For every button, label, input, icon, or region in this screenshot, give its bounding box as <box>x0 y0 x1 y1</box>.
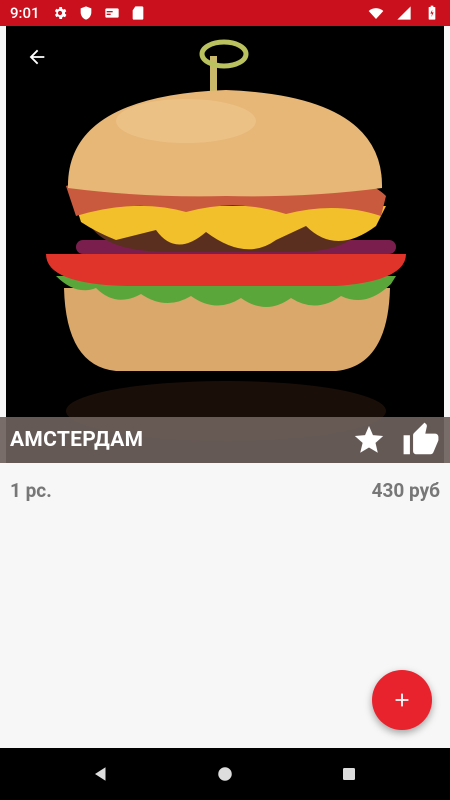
recents-square-icon <box>343 768 355 780</box>
thumb-up-icon <box>403 422 439 455</box>
add-to-cart-button[interactable] <box>372 670 432 730</box>
product-image <box>6 26 444 463</box>
status-time: 9:01 <box>10 4 40 22</box>
battery-icon <box>428 5 436 20</box>
card-icon <box>104 8 119 18</box>
home-circle-icon <box>218 767 232 781</box>
arrow-back-icon <box>29 49 45 65</box>
signal-icon <box>397 6 411 20</box>
nav-home-button[interactable] <box>213 762 237 786</box>
nav-back-button[interactable] <box>89 762 113 786</box>
back-triangle-icon <box>95 767 106 781</box>
product-info-row: 1 рс. 430 руб <box>0 475 450 505</box>
favorite-button[interactable] <box>350 421 388 459</box>
settings-icon <box>54 7 66 19</box>
sd-card-icon <box>132 6 143 20</box>
back-button[interactable] <box>20 40 54 74</box>
system-nav-bar <box>0 748 450 800</box>
product-price: 430 руб <box>371 478 440 502</box>
plus-icon <box>395 693 409 707</box>
product-quantity: 1 рс. <box>10 478 52 502</box>
nav-recents-button[interactable] <box>337 762 361 786</box>
product-title-bar: АМСТЕРДАМ <box>0 417 450 463</box>
burger-illustration <box>6 26 444 463</box>
star-icon <box>354 425 384 453</box>
wifi-icon <box>368 8 384 19</box>
product-title: АМСТЕРДАМ <box>10 428 144 452</box>
shield-icon <box>80 6 91 20</box>
like-button[interactable] <box>402 421 440 459</box>
status-bar: 9:01 <box>0 0 450 26</box>
